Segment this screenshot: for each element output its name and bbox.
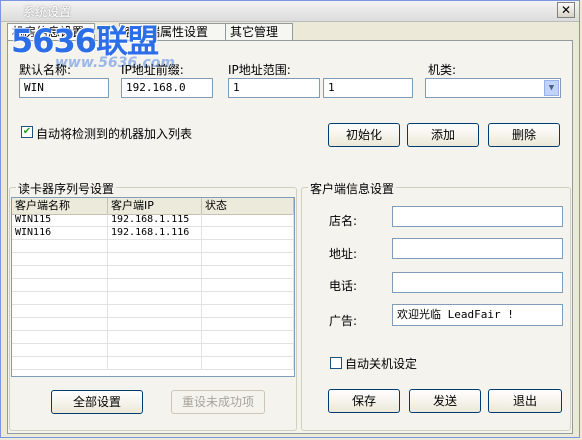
client-list[interactable]: 客户端名称 客户端IP 状态 WIN115 192.168.1.115 WIN1… [11,197,295,377]
client-name-cell: WIN115 [12,214,108,227]
phone-label: 电话: [329,279,358,293]
settings-window: 系统设置 ✕ 机房信息设置 客户端属性设置 其它管理 5636联盟 www.56… [0,0,580,438]
client-name-cell: WIN116 [12,227,108,240]
empty-row [12,344,294,357]
shop-name-field[interactable] [392,206,563,227]
default-name-label: 默认名称: [19,63,72,77]
default-name-field[interactable]: WIN [19,78,109,98]
empty-row [12,253,294,266]
add-button[interactable]: 添加 [407,123,479,147]
empty-row [12,266,294,279]
phone-field[interactable] [392,272,563,293]
status-cell [202,227,294,240]
empty-row [12,305,294,318]
title-bar[interactable]: 系统设置 ✕ [1,1,579,22]
set-all-button[interactable]: 全部设置 [51,390,143,414]
reset-failed-button[interactable]: 重设未成功项 [171,390,265,414]
column-header-client-name[interactable]: 客户端名称 [12,198,108,214]
auto-add-label: 自动将检测到的机器加入列表 [36,127,193,141]
chevron-down-icon[interactable]: ▼ [544,80,559,96]
address-field[interactable] [392,238,563,259]
address-label: 地址: [329,247,358,261]
delete-button[interactable]: 删除 [488,123,560,147]
table-row[interactable]: WIN115 192.168.1.115 [12,214,294,227]
tab-other-management[interactable]: 其它管理 [225,23,293,41]
ip-prefix-field[interactable]: 192.168.0 [121,78,213,98]
client-ip-cell: 192.168.1.116 [108,227,202,240]
ip-range-to-field[interactable]: 1 [323,78,413,98]
empty-row [12,292,294,305]
advertisement-label: 广告: [329,314,358,328]
checkmark-icon: ✔ [22,126,32,137]
ip-range-from-field[interactable]: 1 [228,78,320,98]
advertisement-field[interactable]: 欢迎光临 LeadFair ! [392,304,563,326]
empty-row [12,279,294,292]
machine-type-select[interactable]: ▼ [425,78,561,98]
column-header-client-ip[interactable]: 客户端IP [108,198,202,214]
status-cell [202,214,294,227]
empty-row [12,318,294,331]
close-button[interactable]: ✕ [557,2,575,18]
auto-add-checkbox[interactable]: ✔ [21,126,33,138]
machine-type-label: 机类: [428,63,457,77]
save-button[interactable]: 保存 [328,389,400,413]
window-title: 系统设置 [23,5,72,19]
auto-shutdown-checkbox[interactable] [330,357,342,369]
empty-row [12,240,294,253]
ip-range-label: IP地址范围: [228,63,291,77]
list-header: 客户端名称 客户端IP 状态 [12,198,294,215]
column-header-status[interactable]: 状态 [202,198,294,214]
ip-prefix-label: IP地址前缀: [121,63,184,77]
exit-button[interactable]: 退出 [488,389,562,413]
empty-row [12,357,294,370]
client-ip-cell: 192.168.1.115 [108,214,202,227]
client-info-group-title: 客户端信息设置 [308,180,397,197]
initialize-button[interactable]: 初始化 [328,123,400,147]
close-icon: ✕ [560,3,572,17]
send-button[interactable]: 发送 [409,389,481,413]
card-reader-group-title: 读卡器序列号设置 [16,180,117,197]
shop-name-label: 店名: [329,214,358,228]
auto-shutdown-label: 自动关机设定 [345,357,418,371]
tab-label: 其它管理 [230,25,279,39]
empty-row [12,331,294,344]
logo-name: 5636联盟 [11,22,159,60]
table-row[interactable]: WIN116 192.168.1.116 [12,227,294,240]
